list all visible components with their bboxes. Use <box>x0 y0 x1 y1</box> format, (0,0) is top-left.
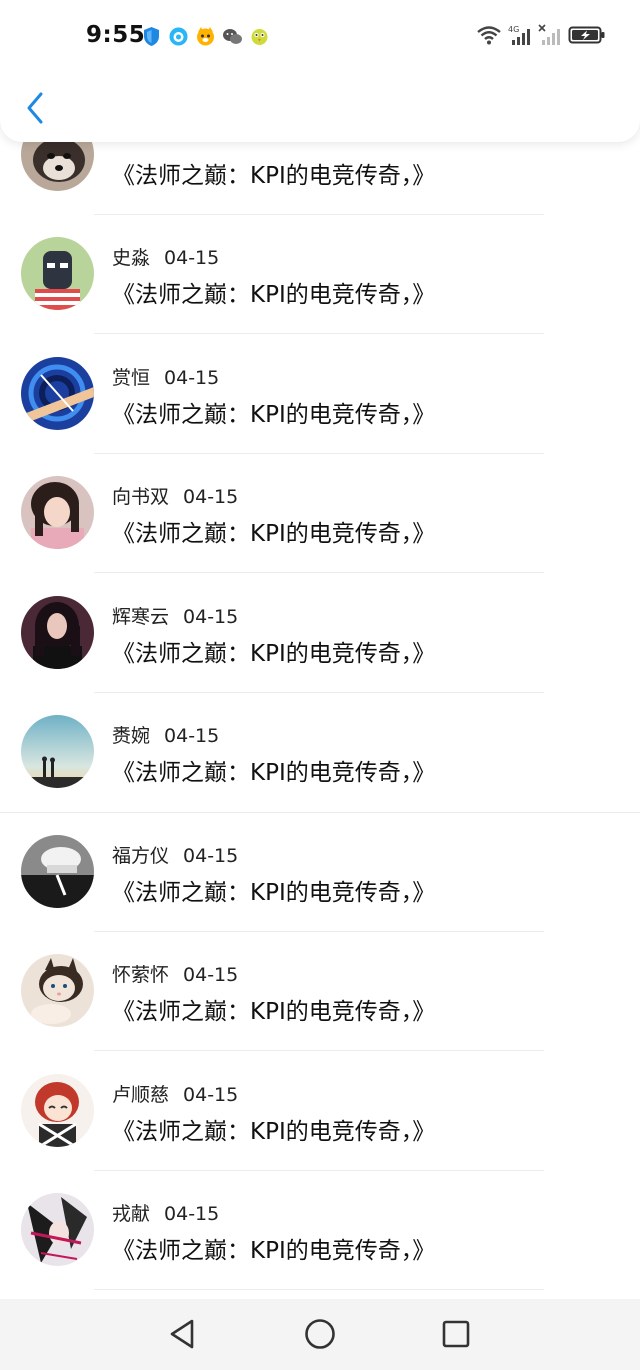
commenter-name: 怀萦怀 <box>112 964 170 986</box>
avatar[interactable] <box>21 1193 94 1266</box>
chevron-left-icon <box>27 92 43 124</box>
sunset-couple-avatar-image <box>21 715 94 788</box>
commenter-name: 史淼 <box>112 247 151 269</box>
comment-text: 《法师之巅：KPI的电竞传奇，》 <box>112 1238 436 1264</box>
avatar[interactable] <box>21 835 94 908</box>
square-recents-icon <box>442 1320 470 1348</box>
comment-meta: 辉寒云 04-15 <box>112 602 238 629</box>
divider <box>94 572 544 573</box>
girl-portrait-avatar-image <box>21 476 94 549</box>
comment-text: 《法师之巅：KPI的电竞传奇，》 <box>112 163 436 189</box>
comment-item[interactable]: 戎献 04-15 《法师之巅：KPI的电竞传奇，》 <box>0 1193 640 1313</box>
comment-date: 04-15 <box>183 845 239 867</box>
nav-home-button[interactable] <box>300 1314 340 1354</box>
comment-meta: 卢顺慈 04-15 <box>112 1080 238 1107</box>
divider <box>94 1289 544 1290</box>
divider <box>94 1050 544 1051</box>
divider <box>94 1170 544 1171</box>
shield-app-icon <box>144 27 159 46</box>
comment-text: 《法师之巅：KPI的电竞传奇，》 <box>112 641 436 667</box>
cloud-app-icon <box>169 27 188 46</box>
comment-list-screen: 《法师之巅：KPI的电竞传奇，》 史淼 04-15 《法师之巅：KPI的电竞传奇， <box>0 0 640 1370</box>
top-header: 9:55 4G <box>0 0 640 142</box>
comment-meta: 赏恒 04-15 <box>112 363 219 390</box>
divider <box>94 333 544 334</box>
triangle-back-icon <box>170 1319 194 1349</box>
comment-text: 《法师之巅：KPI的电竞传奇，》 <box>112 282 436 308</box>
cat-app-icon <box>197 27 214 46</box>
comment-meta: 怀萦怀 04-15 <box>112 960 238 987</box>
bw-cap-avatar-image <box>21 835 94 908</box>
comment-item[interactable]: 怀萦怀 04-15 《法师之巅：KPI的电竞传奇，》 <box>0 954 640 1074</box>
circle-home-icon <box>305 1319 335 1349</box>
comment-text: 《法师之巅：KPI的电竞传奇，》 <box>112 402 436 428</box>
battery-charging-icon <box>568 26 605 44</box>
comment-item[interactable]: 赉婉 04-15 《法师之巅：KPI的电竞传奇，》 <box>0 715 640 835</box>
anime-redhead-avatar-image <box>21 1074 94 1147</box>
system-status-icons: 4G <box>476 24 606 46</box>
blue-swirl-avatar-image <box>21 357 94 430</box>
avatar[interactable] <box>21 954 94 1027</box>
comment-text: 《法师之巅：KPI的电竞传奇，》 <box>112 1119 436 1145</box>
comment-item[interactable]: 赏恒 04-15 《法师之巅：KPI的电竞传奇，》 <box>0 357 640 477</box>
comment-date: 04-15 <box>164 725 220 747</box>
comment-text: 《法师之巅：KPI的电竞传奇，》 <box>112 521 436 547</box>
comment-date: 04-15 <box>164 367 220 389</box>
avatar[interactable] <box>21 715 94 788</box>
anime-dark-avatar-image <box>21 1193 94 1266</box>
comment-date: 04-15 <box>164 1203 220 1225</box>
status-time: 9:55 <box>86 22 146 48</box>
cellular-no-signal-icon <box>538 24 560 45</box>
divider <box>94 692 544 693</box>
comment-text: 《法师之巅：KPI的电竞传奇，》 <box>112 760 436 786</box>
wifi-icon <box>477 26 501 45</box>
nav-recents-button[interactable] <box>436 1314 476 1354</box>
commenter-name: 卢顺慈 <box>112 1084 170 1106</box>
comment-item[interactable]: 卢顺慈 04-15 《法师之巅：KPI的电竞传奇，》 <box>0 1074 640 1194</box>
comment-meta: 赉婉 04-15 <box>112 721 219 748</box>
comment-date: 04-15 <box>164 247 220 269</box>
comment-date: 04-15 <box>183 1084 239 1106</box>
comment-item[interactable]: 向书双 04-15 《法师之巅：KPI的电竞传奇，》 <box>0 476 640 596</box>
comment-date: 04-15 <box>183 486 239 508</box>
commenter-name: 赉婉 <box>112 725 151 747</box>
kitten-avatar-image <box>21 954 94 1027</box>
chick-app-icon <box>251 29 268 45</box>
commenter-name: 辉寒云 <box>112 606 170 628</box>
avatar[interactable] <box>21 1074 94 1147</box>
comment-meta: 史淼 04-15 <box>112 243 219 270</box>
comment-meta: 福方仪 04-15 <box>112 841 238 868</box>
comment-meta: 戎献 04-15 <box>112 1199 219 1226</box>
woman-dark-hair-avatar-image <box>21 596 94 669</box>
commenter-name: 向书双 <box>112 486 170 508</box>
avatar[interactable] <box>21 357 94 430</box>
comment-item[interactable]: 辉寒云 04-15 《法师之巅：KPI的电竞传奇，》 <box>0 596 640 716</box>
status-bar: 9:55 4G <box>0 0 640 72</box>
commenter-name: 福方仪 <box>112 845 170 867</box>
avatar[interactable] <box>21 596 94 669</box>
masked-figure-avatar-image <box>21 237 94 310</box>
cellular-4g-signal-icon: 4G <box>508 25 530 45</box>
avatar[interactable] <box>21 476 94 549</box>
divider <box>94 931 544 932</box>
avatar[interactable] <box>21 237 94 310</box>
comment-meta: 向书双 04-15 <box>112 482 238 509</box>
divider <box>0 812 640 813</box>
divider <box>94 453 544 454</box>
divider <box>94 214 544 215</box>
comment-item[interactable]: 福方仪 04-15 《法师之巅：KPI的电竞传奇，》 <box>0 835 640 955</box>
nav-back-button[interactable] <box>162 1314 202 1354</box>
comment-date: 04-15 <box>183 964 239 986</box>
comment-date: 04-15 <box>183 606 239 628</box>
back-button[interactable] <box>18 88 52 128</box>
commenter-name: 戎献 <box>112 1203 151 1225</box>
network-type-label: 4G <box>508 25 519 34</box>
comment-text: 《法师之巅：KPI的电竞传奇，》 <box>112 999 436 1025</box>
wechat-icon <box>223 29 242 44</box>
notification-icons <box>141 26 270 47</box>
comment-text: 《法师之巅：KPI的电竞传奇，》 <box>112 880 436 906</box>
comment-item[interactable]: 史淼 04-15 《法师之巅：KPI的电竞传奇，》 <box>0 237 640 357</box>
commenter-name: 赏恒 <box>112 367 151 389</box>
system-navigation-bar <box>0 1299 640 1370</box>
